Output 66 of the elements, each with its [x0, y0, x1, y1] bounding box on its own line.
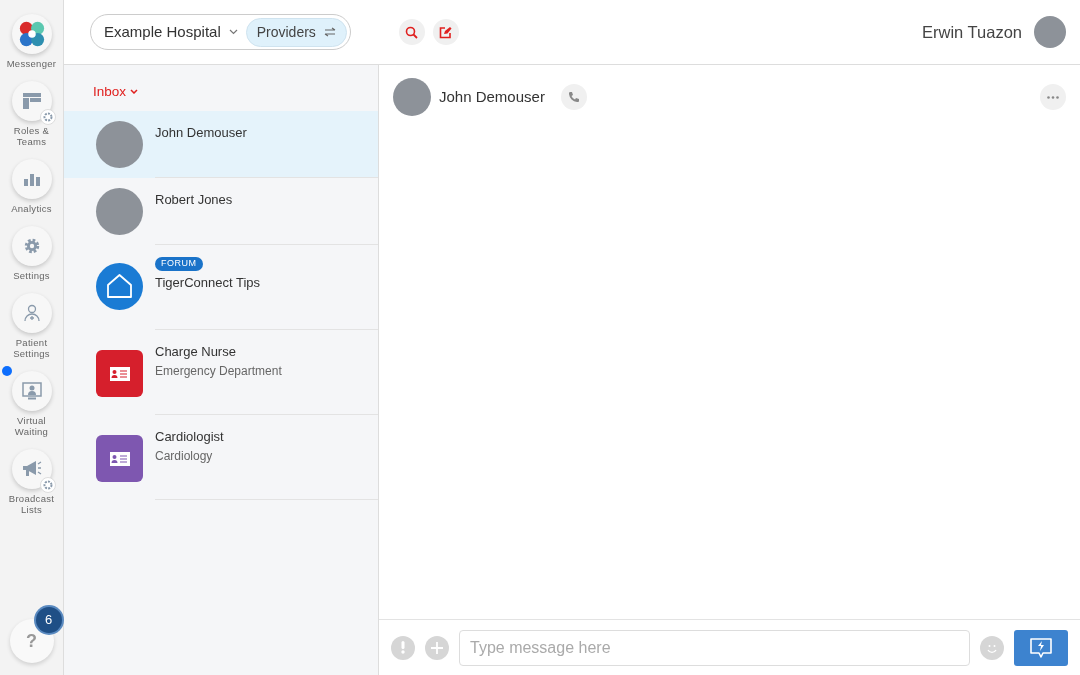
priority-button[interactable] [391, 635, 415, 660]
more-icon [1047, 95, 1059, 99]
layout-icon [22, 93, 41, 109]
chevron-down-icon [228, 29, 238, 35]
gear-icon [39, 109, 56, 125]
attach-button[interactable] [425, 635, 449, 660]
nav-label: Messenger [5, 58, 58, 69]
photo-placeholder [96, 121, 143, 168]
bar-chart-icon [23, 172, 40, 186]
forum-house-icon [96, 263, 143, 310]
nav-button[interactable] [11, 226, 52, 266]
nav-label: Roles & Teams [12, 125, 51, 147]
conversation-item[interactable]: FORUM TigerConnect Tips [64, 245, 378, 330]
exclamation-icon [401, 641, 405, 654]
photo-placeholder [393, 78, 431, 116]
nav-label: Virtual Waiting [13, 415, 50, 437]
nav-button[interactable] [11, 81, 52, 121]
forum-tag: FORUM [155, 257, 203, 271]
nav-label: Broadcast Lists [7, 493, 56, 515]
phone-icon [567, 91, 580, 103]
more-button[interactable] [1040, 84, 1066, 110]
conversation-subtitle: Emergency Department [155, 362, 282, 380]
search-icon [405, 25, 419, 39]
plus-icon [431, 641, 443, 654]
network-switch-button[interactable]: Providers [245, 17, 347, 47]
search-button[interactable] [398, 19, 425, 45]
monitor-person-icon [21, 382, 42, 400]
nav-button[interactable] [11, 449, 52, 489]
person-plus-icon [22, 304, 41, 322]
nav-button[interactable] [11, 293, 52, 333]
settings-icon [22, 237, 41, 255]
conversation-name: Cardiologist [155, 428, 224, 446]
conversation-name: John Demouser [155, 124, 247, 142]
conversation-name: Charge Nurse [155, 343, 236, 361]
conversation-name: Robert Jones [155, 191, 233, 209]
logo-icon [17, 19, 46, 49]
compose-button[interactable] [432, 19, 459, 45]
megaphone-icon [21, 460, 42, 478]
nav-label: Patient Settings [12, 337, 51, 359]
contact-name: John Demouser [439, 86, 545, 107]
send-button[interactable] [1014, 629, 1068, 666]
message-input[interactable]: Type message here [459, 629, 970, 666]
conversation-item[interactable]: Robert Jones [64, 178, 378, 245]
user-name: Erwin Tuazon [922, 21, 1022, 43]
compose-icon [439, 25, 453, 39]
count-badge: 6 [35, 607, 62, 633]
nav-button[interactable] [11, 371, 52, 411]
nav-label: Settings [12, 270, 51, 281]
photo-placeholder [1034, 16, 1066, 48]
conversation-item[interactable]: Charge Nurse Emergency Department [64, 330, 378, 415]
chevron-down-icon [130, 89, 139, 94]
call-button[interactable] [560, 84, 587, 110]
nav-button[interactable] [11, 14, 52, 54]
nav-label: Analytics [10, 203, 53, 214]
conversation-name: TigerConnect Tips [155, 273, 260, 292]
organization-name: Example Hospital [104, 21, 221, 42]
conversation-item[interactable]: John Demouser [64, 111, 378, 178]
nav-button[interactable] [11, 159, 52, 199]
inbox-dropdown[interactable]: Inbox [64, 65, 139, 111]
photo-placeholder [96, 188, 143, 235]
conversation-subtitle: Cardiology [155, 447, 213, 465]
gear-icon [39, 477, 56, 493]
lightning-message-icon [1029, 636, 1053, 659]
emoji-button[interactable] [980, 635, 1004, 660]
swap-icon [323, 27, 336, 37]
conversation-item[interactable]: Cardiologist Cardiology [64, 415, 378, 500]
